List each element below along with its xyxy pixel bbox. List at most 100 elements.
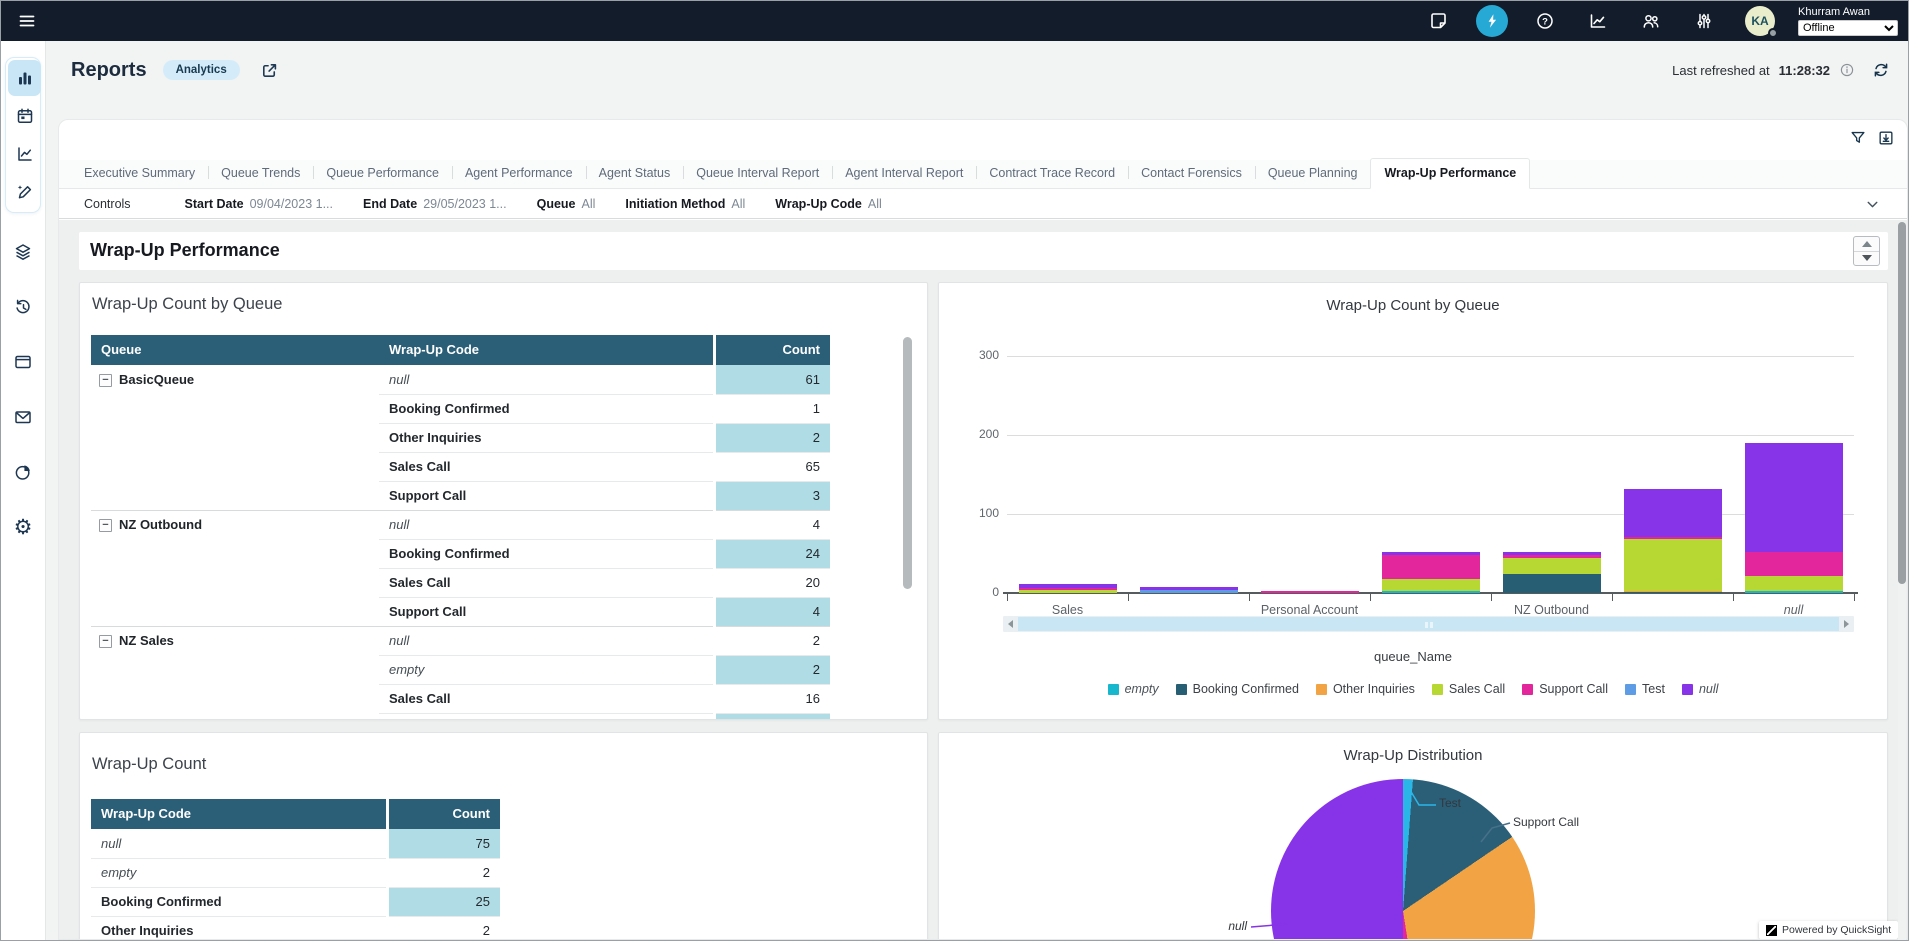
legend-label: Support Call [1539,682,1608,696]
table-row[interactable]: Booking Confirmed25 [91,887,500,916]
tab-contract-trace-record[interactable]: Contract Trace Record [976,159,1128,188]
bar-segment-sales-call [1745,576,1843,592]
sidebar-item-mail[interactable] [7,404,40,430]
table-row[interactable]: Sales Call16 [91,684,830,713]
filter-icon[interactable] [1849,129,1867,147]
collapse-toggle-icon[interactable]: − [99,374,112,387]
chart-horizontal-scrollbar[interactable] [1003,616,1854,632]
wrapup-code-cell: Support Call [379,597,713,626]
bar-category-4[interactable] [1382,552,1480,593]
filter-queue[interactable]: QueueAll [537,197,596,211]
legend-label: empty [1125,682,1159,696]
legend-item-null[interactable]: null [1682,682,1718,696]
tab-queue-interval-report[interactable]: Queue Interval Report [683,159,832,188]
legend-item-test[interactable]: Test [1625,682,1665,696]
sidebar-item-design[interactable] [8,174,41,210]
gridline [1007,356,1854,357]
metrics-chart-icon[interactable] [1582,5,1614,37]
scroll-up-button[interactable] [1854,237,1879,251]
tab-agent-interval-report[interactable]: Agent Interval Report [832,159,976,188]
sidebar-item-distribution[interactable] [7,459,40,485]
table-row[interactable]: null75 [91,829,500,858]
table-row[interactable]: Booking Confirmed1 [91,394,830,423]
legend-item-support-call[interactable]: Support Call [1522,682,1608,696]
count-cell: 25 [389,887,500,916]
table-row[interactable]: Booking Confirmed24 [91,539,830,568]
filter-start-date[interactable]: Start Date09/04/2023 1... [185,197,333,211]
tab-agent-status[interactable]: Agent Status [586,159,684,188]
table-row[interactable]: −NZ Salesnull2 [91,626,830,655]
table-row[interactable]: empty2 [91,858,500,887]
sidebar-item-layers[interactable] [7,239,40,265]
bar-sales[interactable] [1019,584,1117,594]
filter-end-date[interactable]: End Date29/05/2023 1... [363,197,507,211]
export-icon[interactable] [1877,129,1895,147]
table-row[interactable]: −BasicQueuenull61 [91,365,830,394]
sidebar-item-reports[interactable] [8,60,41,96]
legend-item-other-inquiries[interactable]: Other Inquiries [1316,682,1415,696]
preferences-sliders-icon[interactable] [1688,5,1720,37]
sheet-title: Wrap-Up Performance [90,240,280,261]
sidebar-item-trends[interactable] [8,136,41,172]
scrollbar-track[interactable] [1018,617,1839,631]
legend-item-sales-call[interactable]: Sales Call [1432,682,1505,696]
bar-null[interactable] [1745,443,1843,593]
controls-collapse-chevron[interactable] [1864,196,1881,213]
realtime-metrics-icon[interactable] [1476,5,1508,37]
hamburger-menu-icon[interactable] [11,5,43,37]
filter-initiation-method[interactable]: Initiation MethodAll [625,197,745,211]
table-row[interactable]: Other Inquiries2 [91,423,830,452]
table-row[interactable]: Support Call [91,713,830,720]
tab-queue-trends[interactable]: Queue Trends [208,159,313,188]
filter-wrap-up-code[interactable]: Wrap-Up CodeAll [775,197,881,211]
count-cell: 75 [389,829,500,858]
sidebar-item-app-window[interactable] [7,349,40,375]
table-row[interactable]: Sales Call65 [91,452,830,481]
page-vertical-scrollbar[interactable] [1898,222,1906,940]
agent-status-select[interactable]: Offline [1798,20,1898,36]
bar-personal-account[interactable] [1261,591,1359,593]
info-icon[interactable] [1839,62,1855,78]
table-row[interactable]: Support Call3 [91,481,830,510]
count-cell: 16 [716,684,830,713]
filter-label: End Date [363,197,417,211]
status-dot [1768,28,1778,38]
user-avatar[interactable]: KA [1745,6,1775,36]
pie-chart[interactable] [1271,779,1535,939]
panel-wrapup-count-table: Wrap-Up Count Wrap-Up CodeCount null75em… [79,732,928,939]
tab-queue-performance[interactable]: Queue Performance [313,159,452,188]
table-row[interactable]: Support Call4 [91,597,830,626]
queue-cell [91,539,379,568]
scroll-down-button[interactable] [1854,251,1879,266]
table-row[interactable]: Other Inquiries2 [91,916,500,939]
tab-queue-planning[interactable]: Queue Planning [1255,159,1371,188]
bar-category-6[interactable] [1624,489,1722,593]
bar-category-2[interactable] [1140,587,1238,593]
sidebar-item-history[interactable] [7,294,40,320]
tab-contact-forensics[interactable]: Contact Forensics [1128,159,1255,188]
table-row[interactable]: Sales Call20 [91,568,830,597]
table-row[interactable]: −NZ Outboundnull4 [91,510,830,539]
collapse-toggle-icon[interactable]: − [99,519,112,532]
count-cell: 4 [716,597,830,626]
tab-agent-performance[interactable]: Agent Performance [452,159,586,188]
scroll-right-button[interactable] [1839,616,1854,632]
external-link-icon[interactable] [260,61,279,80]
sidebar-item-settings[interactable]: ⚙ [7,514,40,540]
help-icon[interactable]: ? [1529,5,1561,37]
tab-wrap-up-performance[interactable]: Wrap-Up Performance [1370,158,1530,189]
notes-icon[interactable] [1423,5,1455,37]
legend-item-empty[interactable]: empty [1108,682,1159,696]
legend-item-booking-confirmed[interactable]: Booking Confirmed [1176,682,1299,696]
sidebar-item-schedule[interactable] [8,98,41,134]
scroll-left-button[interactable] [1003,616,1018,632]
panel-wrapup-count-by-queue-chart: Wrap-Up Count by Queue 0100200300SalesPe… [938,282,1888,720]
table-vertical-scrollbar[interactable] [903,337,912,589]
tab-executive-summary[interactable]: Executive Summary [71,159,208,188]
refresh-icon[interactable] [1872,61,1890,79]
bar-nz-outbound[interactable] [1503,552,1601,593]
table-row[interactable]: empty2 [91,655,830,684]
agents-icon[interactable] [1635,5,1667,37]
scrollbar-thumb[interactable] [1898,222,1906,584]
collapse-toggle-icon[interactable]: − [99,635,112,648]
